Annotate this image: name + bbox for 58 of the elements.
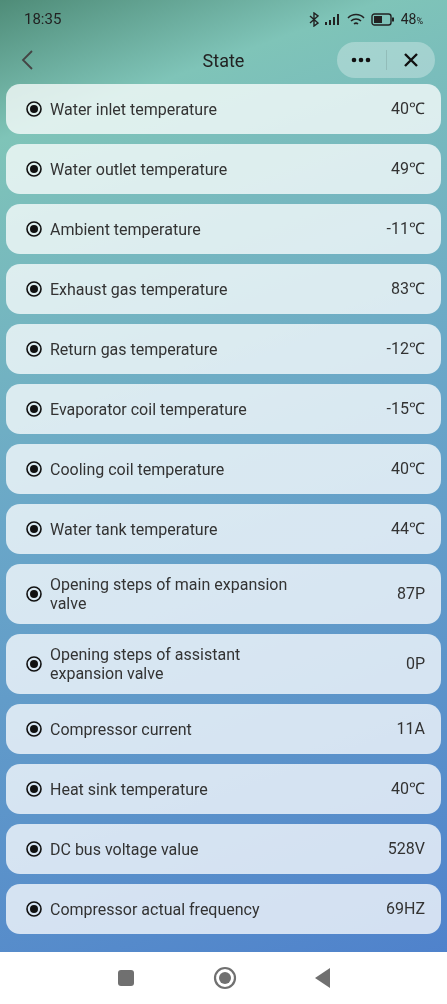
back-nav-button[interactable] <box>314 968 331 988</box>
radio-icon <box>26 221 42 237</box>
row-value: 87P <box>396 583 425 605</box>
row-value: -15℃ <box>386 398 425 420</box>
row-value: 40℃ <box>391 98 425 120</box>
radio-icon <box>26 521 42 537</box>
square-icon <box>116 969 135 987</box>
row-label: Water tank temperature <box>50 519 218 539</box>
battery-icon <box>370 12 395 26</box>
battery-level: 48% <box>400 9 423 29</box>
row-value: 40℃ <box>391 778 425 800</box>
row-label: DC bus voltage value <box>50 839 199 859</box>
row-label: Water outlet temperature <box>50 159 228 179</box>
row-label: Evaporator coil temperature <box>50 399 247 419</box>
radio-icon <box>26 586 42 602</box>
radio-icon <box>26 101 42 117</box>
radio-icon <box>26 656 42 672</box>
row-value: 11A <box>396 718 425 740</box>
row-value: 528V <box>387 838 425 860</box>
radio-icon <box>26 281 42 297</box>
triangle-icon <box>314 968 331 988</box>
row-value: 49℃ <box>391 158 425 180</box>
row-label: Return gas temperature <box>50 339 218 359</box>
radio-icon <box>26 161 42 177</box>
row-label: Heat sink temperature <box>50 779 208 799</box>
row-value: -11℃ <box>386 218 425 240</box>
radio-icon <box>26 721 42 737</box>
row-value: 40℃ <box>391 458 425 480</box>
signal-icon <box>324 13 341 25</box>
wifi-icon <box>346 12 365 26</box>
row-label: Cooling coil temperature <box>50 459 225 479</box>
row-label: Opening steps of main expansion valve <box>50 575 289 613</box>
row-value: 83℃ <box>391 278 425 300</box>
radio-icon <box>26 781 42 797</box>
radio-icon <box>26 401 42 417</box>
row-value: 44℃ <box>391 518 425 540</box>
radio-icon <box>26 841 42 857</box>
chevron-left-icon <box>20 49 34 71</box>
more-icon <box>351 57 372 63</box>
close-icon <box>403 53 418 67</box>
radio-icon <box>26 341 42 357</box>
row-label: Compressor current <box>50 719 192 739</box>
page-title: State <box>202 48 245 73</box>
row-label: Exhaust gas temperature <box>50 279 228 299</box>
radio-icon <box>26 901 42 917</box>
row-label: Compressor actual frequency <box>50 899 260 919</box>
bluetooth-icon <box>308 11 319 27</box>
home-button[interactable] <box>212 966 237 990</box>
row-value: 0P <box>405 653 425 675</box>
row-value: 69HZ <box>386 898 425 920</box>
recent-apps-button[interactable] <box>116 969 135 987</box>
radio-icon <box>26 461 42 477</box>
row-label: Opening steps of assistant expansion valve <box>50 645 242 683</box>
row-label: Ambient temperature <box>50 219 201 239</box>
row-label: Water inlet temperature <box>50 99 217 119</box>
circle-icon <box>212 966 237 990</box>
status-time: 18:35 <box>24 8 62 30</box>
row-value: -12℃ <box>386 338 425 360</box>
